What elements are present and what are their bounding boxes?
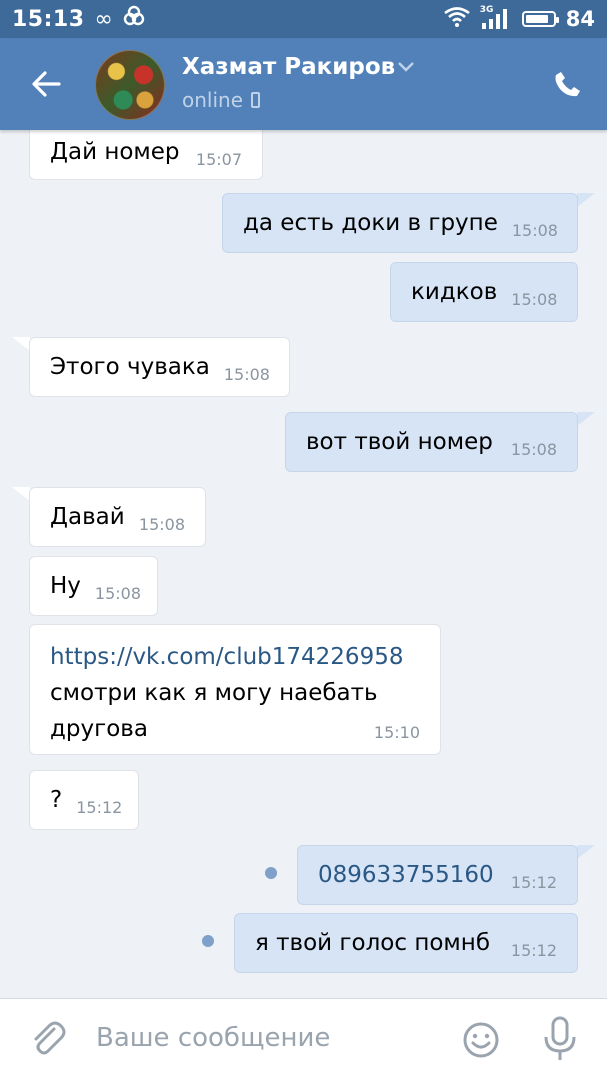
infinity-icon: ∞ — [94, 6, 113, 32]
message-time: 15:08 — [138, 514, 185, 534]
message-time: 15:12 — [76, 797, 123, 817]
message-input[interactable]: Ваше сообщение — [96, 1023, 330, 1053]
unread-indicator — [265, 867, 277, 879]
message-time: 15:12 — [510, 940, 557, 960]
battery-percent: 84 — [565, 7, 595, 31]
message-text: да есть доки в групе — [243, 210, 498, 236]
chat-header: Хазмат Ракиров online — [0, 38, 607, 130]
message-text: я твой голос помнб — [255, 930, 490, 956]
emoji-icon — [463, 1022, 499, 1058]
message-bubble[interactable]: Этого чувака 15:08 — [29, 337, 290, 397]
message-time: 15:08 — [94, 583, 142, 603]
signal-icon: 3G — [480, 5, 512, 31]
message-phone-number[interactable]: 089633755160 — [318, 862, 494, 888]
bubble-tail — [12, 337, 30, 351]
message-text: Ну — [50, 573, 81, 599]
contact-name[interactable]: Хазмат Ракиров — [182, 54, 395, 80]
online-status: online — [182, 88, 261, 112]
bubble-tail — [12, 487, 30, 501]
phone-icon — [555, 72, 580, 97]
message-bubble[interactable]: я твой голос помнб 15:12 — [234, 913, 578, 973]
message-bubble[interactable]: да есть доки в групе 15:08 — [222, 193, 578, 253]
message-text: вот твой номер — [306, 429, 493, 455]
status-text: online — [182, 88, 244, 112]
paperclip-icon — [34, 1021, 66, 1055]
attach-button[interactable] — [28, 1019, 68, 1059]
avatar[interactable] — [95, 50, 165, 120]
message-time: 15:07 — [195, 149, 242, 169]
bubble-tail — [577, 412, 595, 426]
status-time: 15:13 — [12, 6, 85, 32]
message-text: кидков — [411, 279, 498, 305]
message-bubble[interactable]: ? 15:12 — [29, 770, 139, 830]
link-icon — [123, 5, 145, 33]
unread-indicator — [202, 935, 214, 947]
message-time: 15:12 — [510, 872, 557, 892]
message-text: другова — [50, 716, 148, 742]
message-text: Этого чувака — [50, 354, 210, 380]
microphone-button[interactable] — [540, 1015, 580, 1063]
message-time: 15:08 — [223, 364, 270, 384]
emoji-button[interactable] — [462, 1021, 500, 1059]
call-button[interactable] — [548, 64, 588, 104]
message-bubble[interactable]: 089633755160 15:12 — [297, 845, 578, 905]
microphone-icon — [544, 1016, 576, 1060]
back-button[interactable] — [22, 60, 70, 108]
message-bubble[interactable]: Ну 15:08 — [29, 556, 158, 616]
wifi-icon — [443, 7, 470, 31]
message-time: 15:10 — [373, 723, 420, 742]
message-bubble[interactable]: Давай 15:08 — [29, 487, 206, 547]
message-text: Дай номер — [50, 139, 180, 165]
back-arrow-icon — [32, 71, 61, 97]
status-bar: 15:13 ∞ 3G 84 — [0, 0, 607, 38]
message-text: Давай — [50, 504, 125, 530]
message-time: 15:08 — [510, 439, 557, 459]
message-time: 15:08 — [511, 220, 558, 240]
message-bubble[interactable]: вот твой номер 15:08 — [285, 412, 578, 472]
message-text: ? — [50, 787, 63, 813]
message-bubble[interactable]: https://vk.com/club174226958 смотри как … — [29, 624, 441, 755]
chevron-down-icon[interactable] — [397, 58, 415, 77]
bubble-tail — [577, 193, 595, 207]
message-bubble[interactable]: кидков 15:08 — [390, 262, 578, 322]
message-bubble[interactable]: Дай номер 15:07 — [29, 124, 263, 180]
mobile-icon — [251, 92, 261, 108]
message-composer: Ваше сообщение — [0, 998, 607, 1081]
message-text: смотри как я могу наебать — [50, 680, 378, 706]
bubble-tail — [577, 845, 595, 859]
battery-icon — [521, 11, 559, 27]
message-time: 15:08 — [511, 289, 558, 309]
message-link[interactable]: https://vk.com/club174226958 — [50, 639, 420, 675]
